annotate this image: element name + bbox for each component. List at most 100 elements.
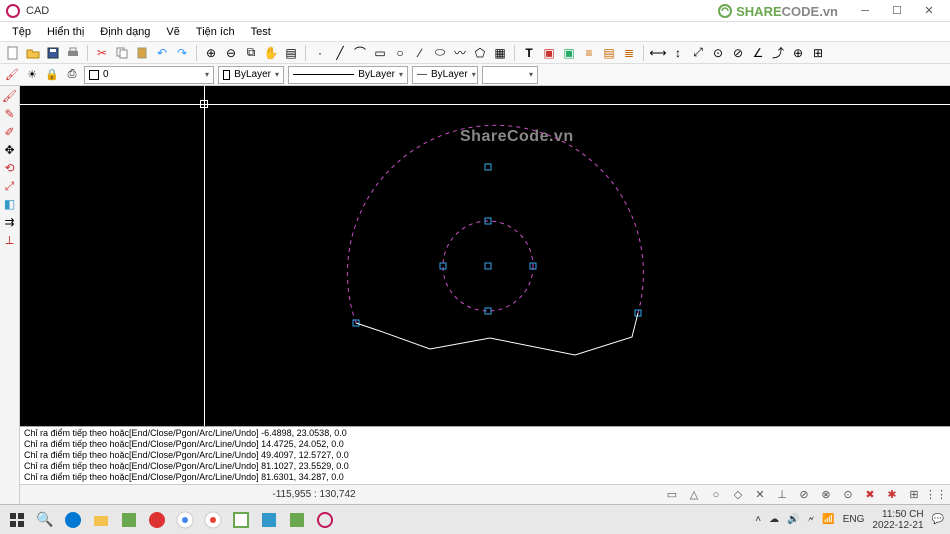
move-icon[interactable]: ✥ [2,142,18,158]
mirror-icon[interactable]: ◧ [2,196,18,212]
chrome2-icon[interactable] [202,509,224,531]
zoom-window-icon[interactable]: ⧉ [242,44,260,62]
measure2-icon[interactable]: ⟂ [2,232,18,248]
snap-x-icon[interactable]: ✕ [752,487,768,503]
extra-combo[interactable]: ▾ [482,66,538,84]
print2-icon[interactable]: ⎙ [64,67,80,83]
menu-tools[interactable]: Tiện ích [188,24,243,40]
sun-icon[interactable]: ☀ [24,67,40,83]
dim6-icon[interactable]: ∠ [749,44,767,62]
tray-notifications-icon[interactable]: 💬 [932,514,944,525]
tray-wifi-icon[interactable]: 📶 [822,514,834,525]
linetype-combo[interactable]: ByLayer▾ [288,66,408,84]
app1-icon[interactable] [118,509,140,531]
redo-icon[interactable]: ↷ [173,44,191,62]
lineweight-combo[interactable]: —ByLayer▾ [412,66,478,84]
dim2-icon[interactable]: ↕ [669,44,687,62]
ellipse-icon[interactable]: ⬭ [431,44,449,62]
drawing-canvas[interactable]: ShareCode.vn [20,86,950,426]
chrome-icon[interactable] [174,509,196,531]
scale-icon[interactable]: ⤢ [2,178,18,194]
pan-icon[interactable]: ✋ [262,44,280,62]
pencil-icon[interactable]: ✎ [2,106,18,122]
arc-icon[interactable]: ⌒ [351,44,369,62]
hatch-icon[interactable]: ▦ [491,44,509,62]
cut-icon[interactable]: ✂ [93,44,111,62]
rect-icon[interactable]: ▭ [371,44,389,62]
polygon-icon[interactable]: ⬠ [471,44,489,62]
minimize-button[interactable]: ─ [850,2,880,20]
tray-cloud-icon[interactable]: ☁ [769,514,779,525]
insert-icon[interactable]: ▣ [540,44,558,62]
save-icon[interactable] [44,44,62,62]
snap-tan-icon[interactable]: ⊘ [796,487,812,503]
app5-icon[interactable] [286,509,308,531]
tray-lang[interactable]: ENG [843,514,865,525]
offset-icon[interactable]: ⇉ [2,214,18,230]
tray-clock[interactable]: 11:50 CH 2022-12-21 [872,509,923,531]
line2-icon[interactable]: ∕ [411,44,429,62]
maximize-button[interactable]: ☐ [882,2,912,20]
zoom-extents-icon[interactable]: ⊖ [222,44,240,62]
snap-tri-icon[interactable]: △ [686,487,702,503]
layer-combo[interactable]: 0▾ [84,66,214,84]
new-file-icon[interactable] [4,44,22,62]
brush-prop-icon[interactable]: 🖌 [4,67,20,83]
open-icon[interactable] [24,44,42,62]
close-button[interactable]: ✕ [914,2,944,20]
snap-diamond-icon[interactable]: ◇ [730,487,746,503]
measure-icon[interactable]: ≣ [620,44,638,62]
dim4-icon[interactable]: ⊙ [709,44,727,62]
explorer-icon[interactable] [90,509,112,531]
menu-file[interactable]: Tệp [4,24,39,40]
layer-icon[interactable]: ▤ [282,44,300,62]
brush-icon[interactable]: 🖌 [2,88,18,104]
cad-taskbar-icon[interactable] [314,509,336,531]
menu-draw[interactable]: Vẽ [158,24,187,40]
rotate-icon[interactable]: ⟲ [2,160,18,176]
block-icon[interactable]: ▣ [560,44,578,62]
snap-circle-icon[interactable]: ○ [708,487,724,503]
edge-icon[interactable] [62,509,84,531]
line-icon[interactable]: ╱ [331,44,349,62]
dim9-icon[interactable]: ⊞ [809,44,827,62]
snap-perp-icon[interactable]: ⊥ [774,487,790,503]
dropper-icon[interactable]: ✐ [2,124,18,140]
start-button[interactable] [6,509,28,531]
lock-icon[interactable]: 🔒 [44,67,60,83]
dim8-icon[interactable]: ⊕ [789,44,807,62]
snap-off-icon[interactable]: ✖ [862,487,878,503]
align-icon[interactable]: ≡ [580,44,598,62]
dim3-icon[interactable]: ⤢ [689,44,707,62]
snap-int-icon[interactable]: ✱ [884,487,900,503]
zoom-in-icon[interactable]: ⊕ [202,44,220,62]
color-combo[interactable]: ByLayer▾ [218,66,284,84]
copy-icon[interactable] [113,44,131,62]
tray-battery-icon[interactable]: 🗲 [808,514,815,525]
snap-near-icon[interactable]: ⊗ [818,487,834,503]
app4-icon[interactable] [258,509,280,531]
dim7-icon[interactable]: ⤴ [769,44,787,62]
snap-node-icon[interactable]: ⊙ [840,487,856,503]
spline-icon[interactable]: 〰 [451,44,469,62]
point-icon[interactable]: · [311,44,329,62]
command-panel[interactable]: Chỉ ra điểm tiếp theo hoặc[End/Close/Pgo… [20,426,950,484]
tray-volume-icon[interactable]: 🔊 [787,514,799,525]
app2-icon[interactable] [146,509,168,531]
print-icon[interactable] [64,44,82,62]
snap-rect-icon[interactable]: ▭ [664,487,680,503]
search-icon[interactable]: 🔍 [34,509,56,531]
dim5-icon[interactable]: ⊘ [729,44,747,62]
text-icon[interactable]: T [520,44,538,62]
app3-icon[interactable] [230,509,252,531]
undo-icon[interactable]: ↶ [153,44,171,62]
menu-view[interactable]: Hiển thị [39,24,92,40]
menu-format[interactable]: Định dạng [92,24,158,40]
paste-icon[interactable] [133,44,151,62]
snap-grid-icon[interactable]: ⊞ [906,487,922,503]
dim1-icon[interactable]: ⟷ [649,44,667,62]
tray-chevron-icon[interactable]: ˄ [755,514,761,525]
menu-test[interactable]: Test [243,24,279,40]
circle-icon[interactable]: ○ [391,44,409,62]
snap-dots-icon[interactable]: ⋮⋮ [928,487,944,503]
